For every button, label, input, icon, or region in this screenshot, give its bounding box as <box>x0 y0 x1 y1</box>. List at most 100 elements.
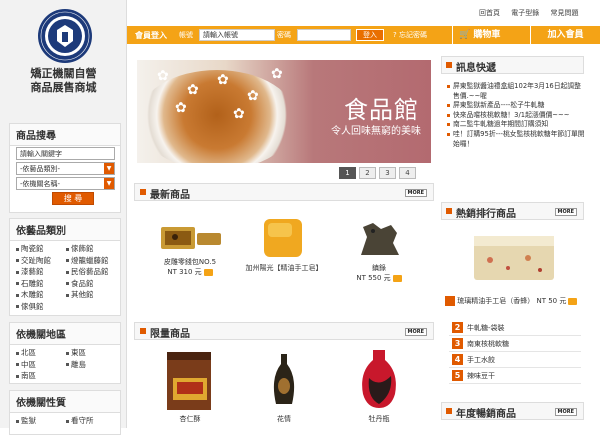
bullet-icon <box>66 363 69 366</box>
category-item[interactable]: 其他館 <box>66 290 116 301</box>
cart-button[interactable]: 🛒 購物車 <box>452 26 530 44</box>
category-item[interactable]: 食品館 <box>66 279 116 290</box>
nature-list: 監獄 看守所 <box>10 413 120 427</box>
nature-item[interactable]: 看守所 <box>66 416 116 427</box>
product-image <box>161 227 221 249</box>
category-item[interactable]: 交趾陶館 <box>16 256 66 267</box>
news-item[interactable]: 南二監牛軋糖過年期間訂購須知 <box>447 120 585 130</box>
bullet-icon <box>16 247 19 251</box>
banner-pager: 1234 <box>339 167 419 179</box>
category-item[interactable]: 石雕館 <box>16 279 66 290</box>
news-item[interactable]: 哇！訂購95折---桃女監核桃軟糖年節訂單開始囉！ <box>447 130 585 149</box>
bullet-icon <box>16 270 19 274</box>
product-card[interactable]: 鎮錄 NT 550 元 <box>334 215 424 283</box>
flower-decoration: ✿ <box>157 68 169 84</box>
banner-subtitle: 令人回味無窮的美味 <box>331 126 421 137</box>
home-link[interactable]: 回首頁 <box>479 9 500 17</box>
product-card[interactable]: 杏仁酥 <box>145 348 235 424</box>
region-item[interactable]: 離島 <box>66 360 116 371</box>
product-card[interactable]: 花情 <box>239 348 329 424</box>
divider <box>449 367 581 368</box>
product-name: 皮雕零錢包NO.5 <box>163 258 217 266</box>
store-name: 矯正機關自營 商品展售商城 <box>30 67 97 94</box>
login-bar: 會員登入 帳號 請輸入帳號 密碼 登入 ? 忘記密碼 🛒 購物車 加入會員 <box>127 26 600 44</box>
region-item[interactable]: 東區 <box>66 348 116 359</box>
bullet-icon <box>66 259 69 262</box>
hot-rank-item[interactable]: 2 牛軋糖-袋裝 <box>452 322 505 334</box>
region-item[interactable]: 中區 <box>16 360 66 371</box>
product-price: NT 310 元 <box>145 267 235 277</box>
more-button[interactable]: MORE <box>404 328 427 336</box>
keyword-input[interactable]: 請輸入關鍵字 <box>16 147 115 160</box>
sidebar: 矯正機關自營 商品展售商城 商品搜尋 請輸入關鍵字 -依藝品類別- ▼ -依機關名… <box>0 0 127 435</box>
region-item[interactable]: 南區 <box>16 371 66 382</box>
pager-item[interactable]: 2 <box>359 167 376 179</box>
category-item[interactable]: 陶瓷館 <box>16 244 66 255</box>
login-button[interactable]: 登入 <box>356 29 384 41</box>
hot-rank-item[interactable]: 5 辣味豆干 <box>452 370 495 382</box>
bullet-icon <box>66 293 69 297</box>
hot-rank-item[interactable]: 3 南東核桃軟糖 <box>452 338 509 350</box>
product-image <box>362 350 396 408</box>
product-card[interactable]: 加州陽光【精油手工皂】 <box>239 215 329 273</box>
faq-link[interactable]: 常見問題 <box>550 9 578 17</box>
news-header: 訊息快遞 <box>441 56 584 74</box>
bullet-icon <box>16 351 19 355</box>
cart-icon[interactable] <box>568 297 578 305</box>
search-button[interactable]: 搜 尋 <box>52 192 94 205</box>
forgot-password-link[interactable]: ? 忘記密碼 <box>393 30 427 40</box>
product-card[interactable]: 牡丹瓶 <box>334 348 424 424</box>
category-item[interactable]: 傢俱館 <box>16 302 66 313</box>
flower-decoration: ✿ <box>271 66 283 82</box>
category-select[interactable]: -依藝品類別- ▼ <box>16 162 115 175</box>
rank-1-badge <box>445 296 455 306</box>
nature-title: 依機關性質 <box>10 391 120 413</box>
annual-bestseller-header: 年度暢銷商品 MORE <box>441 402 584 420</box>
bullet-icon <box>446 408 452 414</box>
news-item[interactable]: 屏東監獄醬油禮盒組102年3月16日起調整售價.~~喔 <box>447 82 585 101</box>
category-item[interactable]: 木雕館 <box>16 290 66 301</box>
hot-rank-item[interactable]: 4 手工水餃 <box>452 354 495 366</box>
more-button[interactable]: MORE <box>554 408 577 416</box>
cart-icon[interactable] <box>203 268 213 276</box>
hot-products-header: 熱銷排行商品 MORE <box>441 202 584 220</box>
annual-bestseller-title: 年度暢銷商品 <box>456 409 516 420</box>
news-item[interactable]: 屏東監獄新產品----松子牛軋糖 <box>447 101 585 111</box>
account-input[interactable]: 請輸入帳號 <box>199 29 275 41</box>
product-name: 杏仁酥 <box>179 415 201 423</box>
pager-item[interactable]: 1 <box>339 167 356 179</box>
nature-item[interactable]: 監獄 <box>16 416 66 427</box>
product-card[interactable]: 皮雕零錢包NO.5 NT 310 元 <box>145 215 235 277</box>
rank-name: 南東核桃軟糖 <box>467 340 509 348</box>
category-item[interactable]: 傢飾館 <box>66 244 116 255</box>
category-item[interactable]: 民俗藝品館 <box>66 267 116 278</box>
rank-name: 牛軋糖-袋裝 <box>467 324 505 332</box>
more-button[interactable]: MORE <box>404 189 427 197</box>
join-member-button[interactable]: 加入會員 <box>530 26 600 44</box>
region-item[interactable]: 北區 <box>16 348 66 359</box>
pager-item[interactable]: 4 <box>399 167 416 179</box>
rank-name: 手工水餃 <box>467 356 495 364</box>
flower-decoration: ✿ <box>187 82 199 98</box>
agency-logo[interactable] <box>37 8 93 64</box>
top-links: 回首頁 電子型錄 常見問題 <box>470 8 578 18</box>
category-item[interactable]: 燈籠蠟藤館 <box>66 256 116 267</box>
pager-item[interactable]: 3 <box>379 167 396 179</box>
catalog-link[interactable]: 電子型錄 <box>511 9 539 17</box>
promo-banner[interactable]: ✿ ✿ ✿ ✿ ✿ ✿ ✿ 食品館 令人回味無窮的美味 <box>137 60 431 163</box>
bullet-icon <box>16 293 19 297</box>
news-item[interactable]: 快來品嚐核桃軟糖！3/1起漲價價~~~ <box>447 111 585 121</box>
password-input[interactable] <box>297 29 351 41</box>
flower-decoration: ✿ <box>247 88 259 104</box>
product-image <box>273 354 295 404</box>
agency-select[interactable]: -依機關名稱- ▼ <box>16 177 115 190</box>
more-button[interactable]: MORE <box>554 208 577 216</box>
product-search-panel: 商品搜尋 請輸入關鍵字 -依藝品類別- ▼ -依機關名稱- ▼ 搜 尋 <box>9 123 121 213</box>
bullet-icon <box>66 247 69 251</box>
divider <box>449 351 581 352</box>
cart-icon[interactable] <box>392 274 402 282</box>
hot-top-item[interactable]: 琉璃精油手工皂（香蜂） NT 50 元 <box>445 296 585 306</box>
banner-title: 食品館 <box>344 96 419 124</box>
hot-product-image[interactable] <box>470 226 558 286</box>
category-item[interactable]: 漆藝館 <box>16 267 66 278</box>
